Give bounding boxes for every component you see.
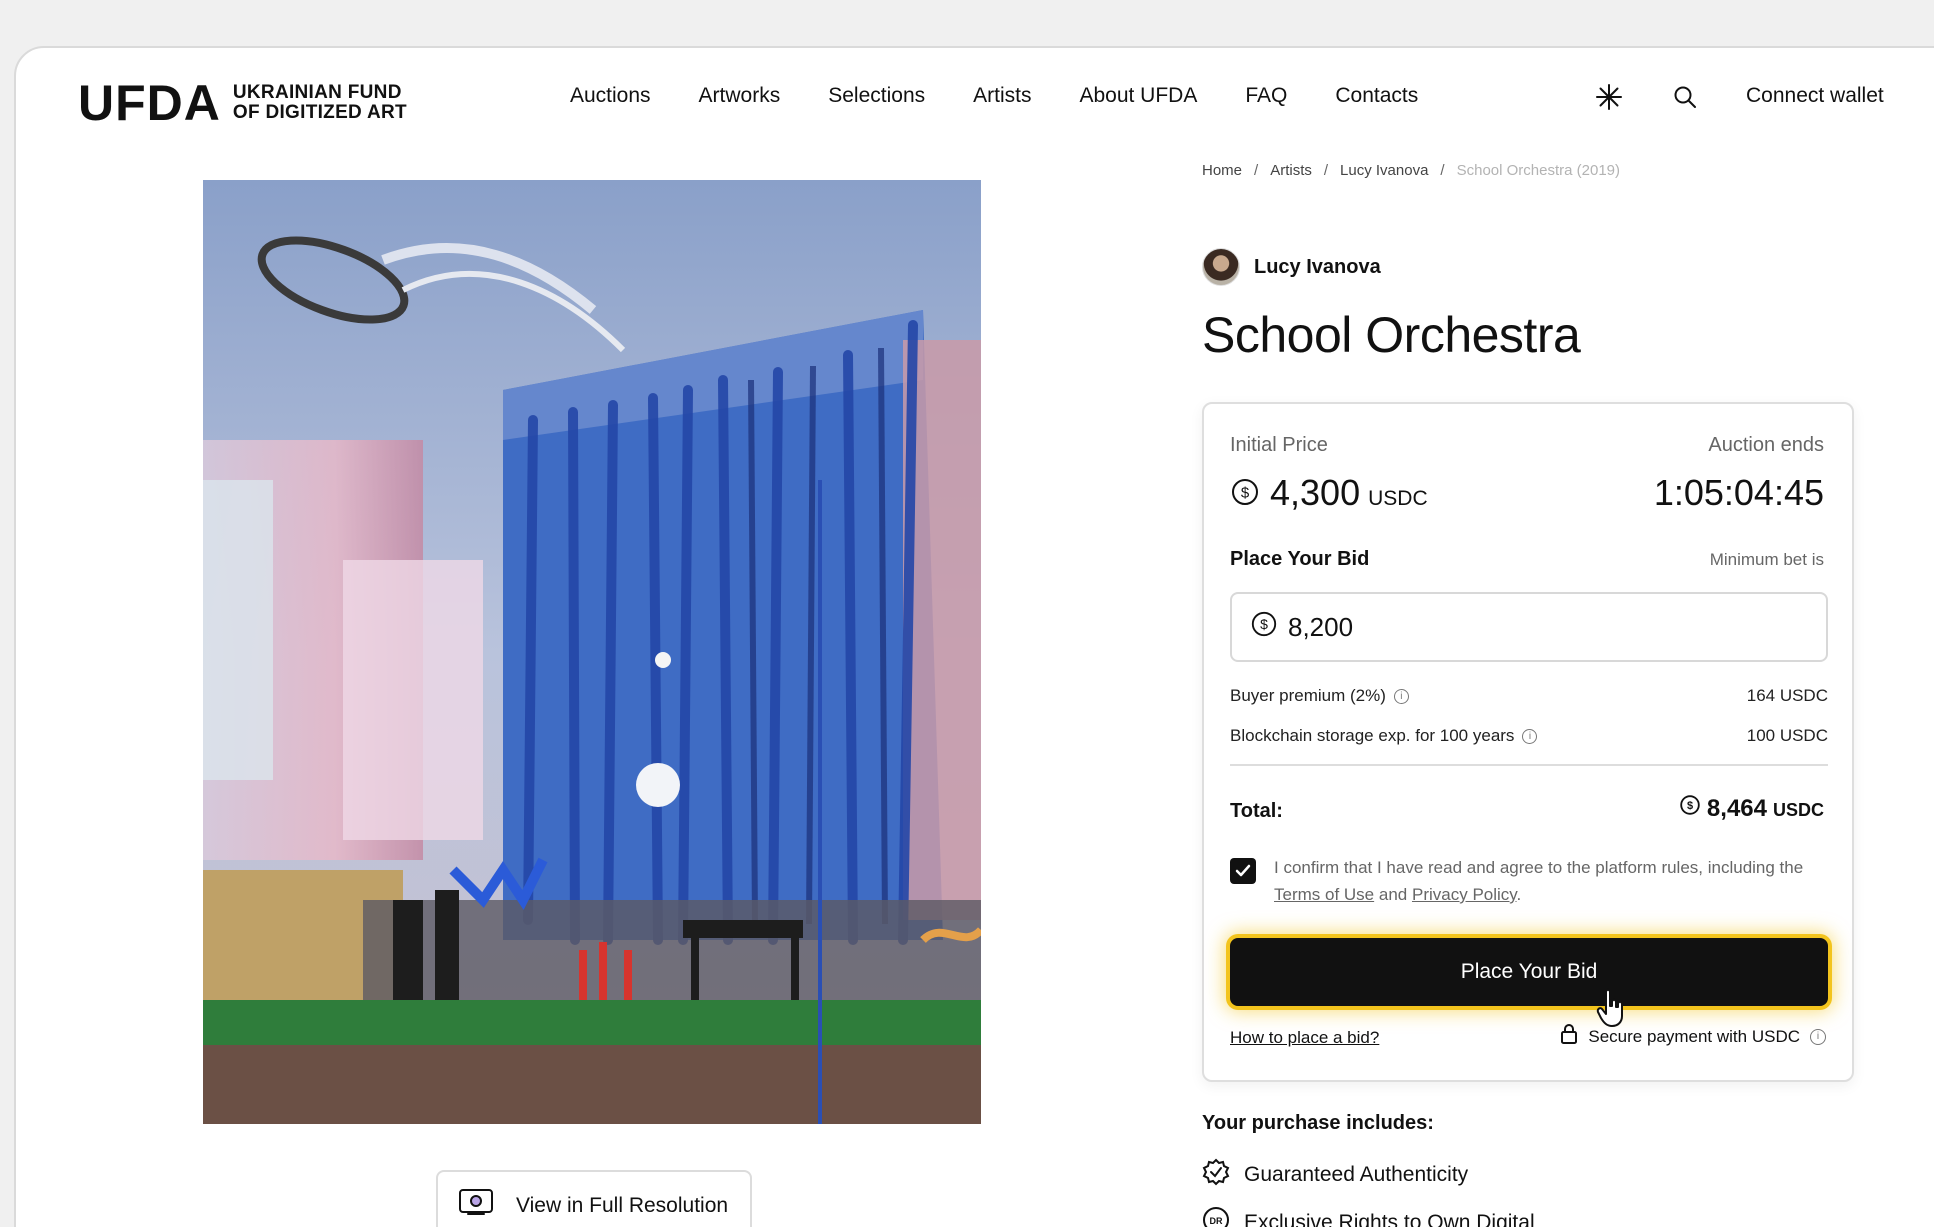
purchase-includes-heading: Your purchase includes: xyxy=(1202,1112,1434,1134)
fullscreen-viewer-icon xyxy=(458,1188,494,1224)
buyer-premium-row: Buyer premium (2%) i 164 USDC xyxy=(1230,686,1828,706)
buyer-premium-value: 164 USDC xyxy=(1746,686,1828,705)
usdc-coin-icon: $ xyxy=(1679,794,1701,823)
secure-payment: Secure payment with USDC i xyxy=(1560,1024,1826,1049)
logo[interactable]: UFDA UKRAINIAN FUND OF DIGITIZED ART xyxy=(78,78,407,128)
total-currency: USDC xyxy=(1772,800,1824,820)
total-label: Total: xyxy=(1230,800,1283,822)
artwork-title: School Orchestra xyxy=(1202,307,1581,363)
info-icon[interactable]: i xyxy=(1393,689,1409,705)
terms-checkbox[interactable] xyxy=(1230,858,1256,884)
how-to-bid-link[interactable]: How to place a bid? xyxy=(1230,1028,1379,1048)
nav-artworks[interactable]: Artworks xyxy=(675,84,805,108)
auction-ends-label: Auction ends xyxy=(1708,434,1824,456)
includes-item: DR Exclusive Rights to Own Digital xyxy=(1202,1206,1535,1227)
buyer-premium-label: Buyer premium (2%) xyxy=(1230,686,1386,705)
svg-text:$: $ xyxy=(1260,616,1268,632)
divider xyxy=(1230,764,1828,766)
breadcrumb: Home / Artists / Lucy Ivanova / School Orch… xyxy=(1202,162,1621,179)
includes-item: Guaranteed Authenticity xyxy=(1202,1158,1468,1192)
svg-text:$: $ xyxy=(1241,485,1250,502)
total-amount: $ 8,464 USDC xyxy=(1679,794,1824,823)
terms-of-use-link[interactable]: Terms of Use xyxy=(1274,885,1374,904)
includes-item-label: Exclusive Rights to Own Digital xyxy=(1244,1211,1535,1227)
logo-mark: UFDA xyxy=(78,75,221,131)
view-full-resolution-button[interactable]: View in Full Resolution xyxy=(436,1170,752,1227)
search-icon[interactable] xyxy=(1668,80,1702,114)
bid-amount-value: 8,200 xyxy=(1288,611,1354,642)
usdc-coin-icon: $ xyxy=(1230,474,1260,516)
bid-amount-input[interactable]: $ 8,200 xyxy=(1230,592,1828,662)
crumb-current: School Orchestra (2019) xyxy=(1456,162,1621,179)
includes-item-label: Guaranteed Authenticity xyxy=(1244,1163,1469,1186)
connect-wallet-button[interactable]: Connect wallet xyxy=(1746,84,1884,108)
avatar xyxy=(1202,248,1240,286)
secure-payment-label: Secure payment with USDC xyxy=(1588,1026,1800,1046)
logo-line-2: OF DIGITIZED ART xyxy=(232,102,407,123)
nav-artists[interactable]: Artists xyxy=(949,84,1055,108)
storage-value: 100 USDC xyxy=(1746,726,1828,745)
nav-about[interactable]: About UFDA xyxy=(1055,84,1221,108)
and-text: and xyxy=(1378,885,1408,904)
initial-price-label: Initial Price xyxy=(1230,434,1328,456)
bid-card: Initial Price $ 4,300 USDC Auction ends 1… xyxy=(1202,402,1854,1082)
minimum-bet-label: Minimum bet is xyxy=(1709,550,1824,569)
initial-price: $ 4,300 USDC xyxy=(1230,472,1428,516)
crumb-artist[interactable]: Lucy Ivanova xyxy=(1340,162,1428,179)
crumb-home[interactable]: Home xyxy=(1202,162,1242,179)
privacy-policy-link[interactable]: Privacy Policy xyxy=(1412,885,1517,904)
view-full-resolution-label: View in Full Resolution xyxy=(516,1194,729,1217)
artwork-image[interactable] xyxy=(203,180,981,1124)
storage-label: Blockchain storage exp. for 100 years xyxy=(1230,726,1515,745)
nav-selections[interactable]: Selections xyxy=(804,84,949,108)
hand-cursor-icon xyxy=(1596,988,1623,1027)
total-value: 8,464 xyxy=(1706,795,1767,822)
initial-price-currency: USDC xyxy=(1368,487,1428,510)
rights-icon: DR xyxy=(1202,1206,1230,1227)
verified-badge-icon xyxy=(1202,1158,1230,1192)
nav-faq[interactable]: FAQ xyxy=(1221,84,1311,108)
confirm-text: I confirm that I have read and agree to … xyxy=(1274,858,1804,877)
info-icon[interactable]: i xyxy=(1522,729,1538,745)
place-bid-button[interactable]: Place Your Bid xyxy=(1230,938,1828,1006)
auction-countdown: 1:05:04:45 xyxy=(1653,472,1824,513)
artist-link[interactable]: Lucy Ivanova xyxy=(1202,248,1381,286)
browser-window: UFDA UKRAINIAN FUND OF DIGITIZED ART Auc… xyxy=(14,46,1934,1227)
logo-line-1: UKRAINIAN FUND xyxy=(232,82,402,103)
lock-icon xyxy=(1560,1024,1578,1049)
crumb-artists[interactable]: Artists xyxy=(1270,162,1312,179)
info-icon[interactable]: i xyxy=(1810,1028,1826,1045)
theme-toggle-icon[interactable] xyxy=(1592,80,1626,114)
usdc-coin-icon: $ xyxy=(1250,610,1278,645)
svg-text:DR: DR xyxy=(1210,1216,1223,1226)
initial-price-value: 4,300 xyxy=(1270,472,1361,513)
period-text: . xyxy=(1516,885,1522,904)
terms-confirm-text: I confirm that I have read and agree to … xyxy=(1274,854,1830,908)
place-bid-heading: Place Your Bid xyxy=(1230,548,1370,570)
nav-auctions[interactable]: Auctions xyxy=(546,84,675,108)
nav-contacts[interactable]: Contacts xyxy=(1311,84,1442,108)
logo-text: UKRAINIAN FUND OF DIGITIZED ART xyxy=(233,83,407,123)
storage-row: Blockchain storage exp. for 100 years i 1… xyxy=(1230,726,1828,746)
svg-text:$: $ xyxy=(1687,800,1693,812)
main-nav: Auctions Artworks Selections Artists Abo… xyxy=(546,84,1442,108)
artist-name: Lucy Ivanova xyxy=(1254,255,1381,278)
